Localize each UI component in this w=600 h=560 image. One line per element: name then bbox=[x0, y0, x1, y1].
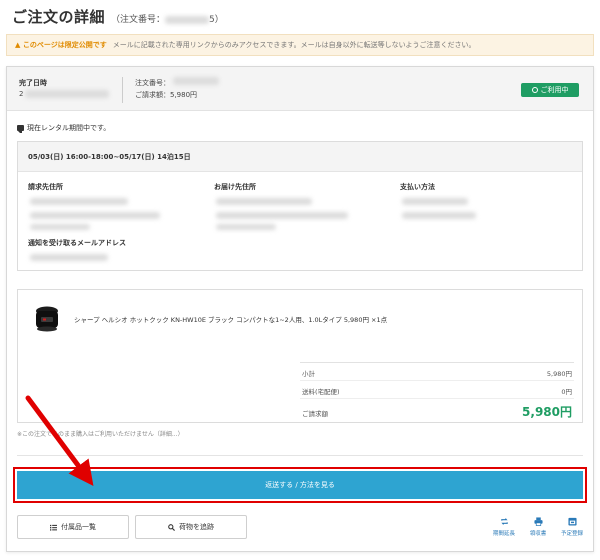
annotation-arrow bbox=[25, 395, 94, 487]
